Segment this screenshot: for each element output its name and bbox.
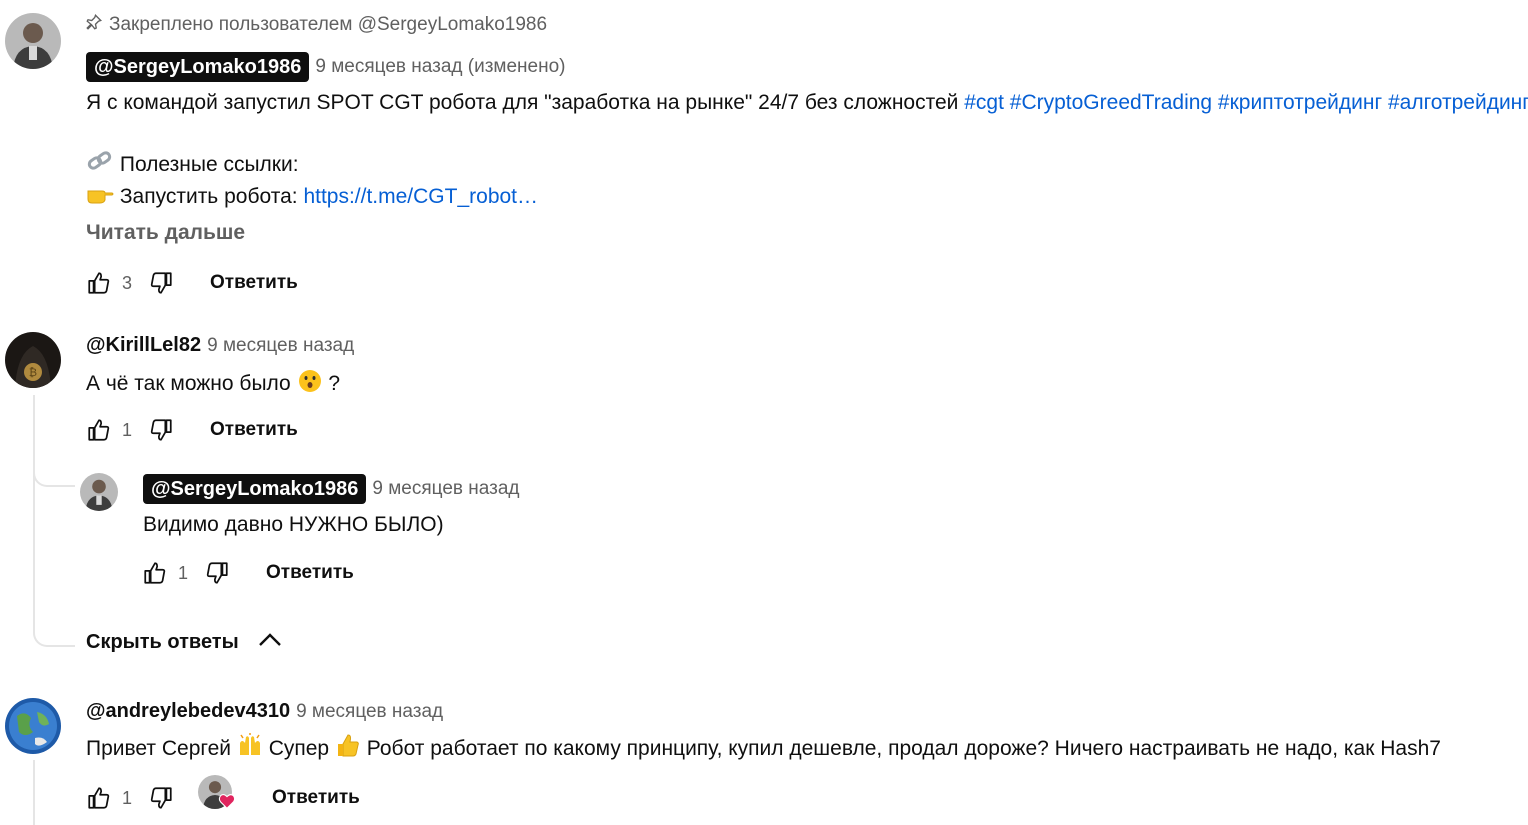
avatar[interactable]: ₿ [5, 332, 61, 388]
thread-line [33, 395, 35, 625]
comment-actions: 1 Ответить [84, 775, 360, 813]
pinned-label: Закреплено пользователем @SergeyLomako19… [85, 13, 547, 37]
robot-link[interactable]: https://t.me/CGT_robot… [303, 185, 538, 208]
author-chip[interactable]: @SergeyLomako1986 [86, 52, 310, 82]
comment-time[interactable]: 9 месяцев назад (изменено) [315, 56, 565, 78]
reply-button[interactable]: Ответить [210, 419, 298, 441]
reply-button[interactable]: Ответить [210, 272, 298, 294]
comment-time[interactable]: 9 месяцев назад [207, 335, 354, 357]
comment-header: @andreylebedev4310 9 месяцев назад [86, 700, 443, 723]
hashtags[interactable]: #cgt #CryptoGreedTrading #криптотрейдинг… [964, 91, 1528, 114]
like-icon[interactable] [84, 783, 114, 813]
comment-text: А чё так можно было [86, 372, 291, 396]
reply-button[interactable]: Ответить [266, 562, 354, 584]
comment-text: Робот работает по какому принципу, купил… [366, 737, 1441, 761]
dislike-icon[interactable] [202, 558, 232, 588]
comment-text: Привет Сергей [86, 737, 231, 761]
dislike-icon[interactable] [146, 783, 176, 813]
hide-replies-label: Скрыть ответы [86, 630, 239, 653]
comment-text: Видимо давно НУЖНО БЫЛО) [143, 513, 444, 536]
comment-text-line: Запустить робота: https://t.me/CGT_robot… [86, 182, 538, 213]
thread-line [33, 760, 35, 825]
comment-text-line: А чё так можно было ? [86, 367, 340, 402]
comment-text: Я с командой запустил SPOT CGT робота дл… [86, 91, 959, 114]
launch-robot-text: Запустить робота: [119, 185, 298, 209]
like-count: 1 [178, 562, 189, 583]
read-more-button[interactable]: Читать дальше [86, 221, 245, 245]
author-name[interactable]: @andreylebedev4310 [86, 700, 290, 723]
pin-icon [85, 13, 103, 37]
creator-heart-avatar [198, 775, 236, 817]
surprised-face-emoji-icon [297, 367, 323, 402]
comment-header: @SergeyLomako1986 9 месяцев назад [143, 474, 519, 504]
comment-header: @KirillLel82 9 месяцев назад [86, 334, 354, 357]
chevron-up-icon [257, 630, 283, 654]
comment-actions: 1 Ответить [140, 558, 354, 588]
like-count: 1 [122, 787, 133, 808]
comment-actions: 1 Ответить [84, 415, 298, 445]
thumbs-up-emoji-icon [335, 733, 361, 766]
avatar[interactable] [5, 13, 61, 69]
comment-actions: 3 Ответить [84, 268, 298, 298]
thread-connector [33, 455, 75, 487]
dislike-icon[interactable] [146, 415, 176, 445]
comment-time[interactable]: 9 месяцев назад [296, 701, 443, 723]
like-icon[interactable] [84, 415, 114, 445]
thread-connector [33, 615, 75, 647]
useful-links-text: Полезные ссылки: [119, 153, 299, 177]
link-emoji-icon [86, 150, 114, 181]
avatar[interactable] [80, 473, 118, 511]
comment-text-line: Привет Сергей Супер Робот работает по ка… [86, 733, 1441, 766]
like-icon[interactable] [140, 558, 170, 588]
pinned-text: Закреплено пользователем @SergeyLomako19… [109, 14, 548, 35]
heart-icon [218, 793, 236, 814]
comment-text-suffix: ? [328, 372, 341, 396]
svg-text:₿: ₿ [29, 366, 37, 379]
author-name[interactable]: @KirillLel82 [86, 334, 201, 357]
like-count: 1 [122, 419, 133, 440]
like-count: 3 [122, 272, 133, 293]
like-icon[interactable] [84, 268, 114, 298]
comment-text-line: Полезные ссылки: [86, 150, 299, 181]
dislike-icon[interactable] [146, 268, 176, 298]
comment-text-line: Я с командой запустил SPOT CGT робота дл… [86, 88, 1528, 118]
hide-replies-button[interactable]: Скрыть ответы [86, 630, 283, 654]
comment-time[interactable]: 9 месяцев назад [372, 478, 519, 500]
author-chip[interactable]: @SergeyLomako1986 [143, 474, 367, 504]
comment-text: Супер [268, 737, 330, 761]
reply-button[interactable]: Ответить [272, 787, 360, 809]
raising-hands-emoji-icon [237, 733, 263, 766]
pointing-hand-emoji-icon [86, 182, 114, 213]
comment-header: @SergeyLomako1986 9 месяцев назад (измен… [86, 52, 565, 82]
avatar[interactable] [5, 698, 61, 754]
